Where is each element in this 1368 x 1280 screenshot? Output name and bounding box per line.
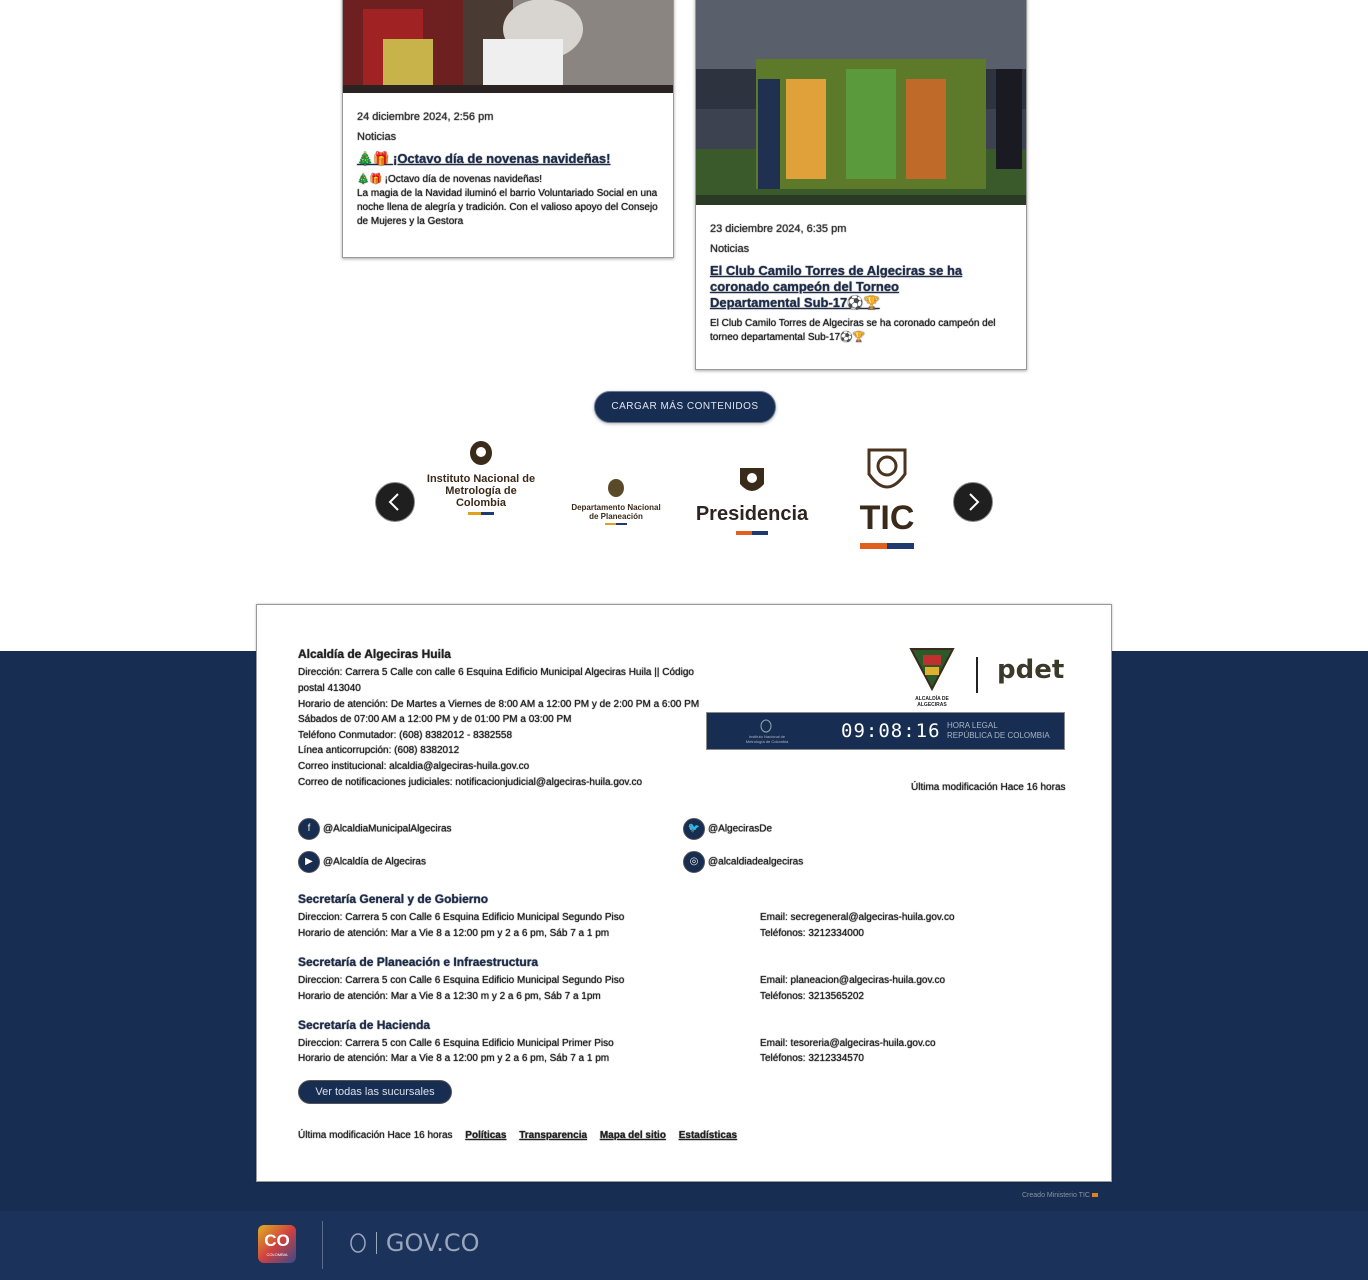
news-photo (696, 0, 1026, 205)
govco-divider (322, 1221, 323, 1269)
carousel-prev-button[interactable] (375, 482, 415, 522)
news-card[interactable]: 24 diciembre 2024, 2:56 pm Noticias 🎄🎁 ¡… (342, 0, 674, 258)
municipal-shield-icon (909, 648, 955, 692)
co-logo[interactable]: CO COLOMBIA (258, 1225, 296, 1263)
contact-phone: Teléfono Conmutador: (608) 8382012 - 838… (298, 730, 513, 741)
coat-of-arms-icon (350, 1233, 366, 1253)
branch-name: Secretaría de Hacienda (298, 1018, 431, 1032)
org-name: Alcaldía de Algeciras Huila (298, 647, 451, 661)
branch-address: Direccion: Carrera 5 con Calle 6 Esquina… (298, 975, 625, 986)
branch-phone: Teléfonos: 3212334570 (760, 1053, 864, 1064)
footer-card: Alcaldía de Algeciras Huila Dirección: C… (256, 604, 1112, 1182)
logo-divider (976, 657, 978, 693)
news-excerpt: 🎄🎁 ¡Octavo día de novenas navideñas! La … (357, 174, 658, 227)
news-photo (343, 0, 673, 93)
chevron-left-icon (388, 493, 399, 511)
all-branches-button[interactable]: Ver todas las sucursales (298, 1080, 452, 1104)
twitter-icon: 🐦 (683, 818, 705, 840)
policies-link[interactable]: Políticas (465, 1130, 506, 1141)
news-category: Noticias (710, 243, 750, 255)
carousel-next-button[interactable] (953, 482, 993, 522)
bottom-last-modified: Última modificación Hace 16 horas (298, 1130, 453, 1141)
alcaldia-logo: ALCALDÍA DE ALGECIRAS (907, 647, 957, 708)
branch-address: Direccion: Carrera 5 con Calle 6 Esquina… (298, 912, 625, 923)
contact-address: Dirección: Carrera 5 Calle con calle 6 E… (298, 667, 694, 678)
footer-bottom-links: Última modificación Hace 16 horas Políti… (298, 1128, 737, 1144)
branch-hours: Horario de atención: Mar a Vie 8 a 12:00… (298, 1053, 610, 1064)
govco-logo[interactable]: GOV.CO (348, 1229, 480, 1259)
contact-saturday: Sábados de 07:00 AM a 12:00 PM y de 01:0… (298, 714, 572, 725)
coat-of-arms-icon (470, 441, 492, 465)
contact-email[interactable]: Correo institucional: alcaldia@algeciras… (298, 759, 529, 775)
contact-anticorruption: Línea anticorrupción: (608) 8382012 (298, 745, 460, 756)
branch-email[interactable]: Email: tesoreria@algeciras-huila.gov.co (760, 1036, 936, 1052)
contact-postal: postal 413040 (298, 683, 361, 694)
clock-time: 09:08:16 (841, 720, 941, 742)
twitter-link[interactable]: 🐦 @AlgecirasDe (683, 818, 772, 841)
statistics-link[interactable]: Estadísticas (679, 1130, 737, 1141)
contact-judicial-email[interactable]: Correo de notificaciones judiciales: not… (298, 775, 642, 791)
branch-phone: Teléfonos: 3212334000 (760, 928, 864, 939)
chevron-right-icon (969, 493, 980, 511)
branch-email[interactable]: Email: secregeneral@algeciras-huila.gov.… (760, 910, 955, 926)
coat-of-arms-icon (867, 448, 907, 489)
news-category: Noticias (357, 131, 397, 143)
youtube-link[interactable]: ▶ @Alcaldía de Algeciras (298, 851, 426, 874)
coat-of-arms-icon (608, 479, 624, 497)
news-excerpt: El Club Camilo Torres de Algeciras se ha… (710, 318, 996, 343)
news-title-link[interactable]: 🎄🎁 ¡Octavo día de novenas navideñas! (357, 151, 659, 167)
mintic-logo[interactable]: TIC (852, 444, 922, 549)
branch-hours: Horario de atención: Mar a Vie 8 a 12:30… (298, 991, 601, 1002)
branch-phone: Teléfonos: 3213565202 (760, 991, 864, 1002)
govco-bar: CO COLOMBIA GOV.CO (0, 1211, 1368, 1280)
news-card[interactable]: 23 diciembre 2024, 6:35 pm Noticias El C… (695, 0, 1027, 370)
branch-address: Direccion: Carrera 5 con Calle 6 Esquina… (298, 1038, 614, 1049)
branch-name: Secretaría General y de Gobierno (298, 892, 489, 906)
load-more-button[interactable]: CARGAR MÁS CONTENIDOS (594, 391, 776, 423)
legal-time-clock: Instituto Nacional de Metrología de Colo… (706, 712, 1065, 750)
branch-hours: Horario de atención: Mar a Vie 8 a 12:00… (298, 928, 610, 939)
inm-logo[interactable]: Instituto Nacional de Metrología de Colo… (416, 440, 546, 515)
contact-hours: Horario de atención: De Martes a Viernes… (298, 699, 700, 710)
pdet-logo: pdet (997, 655, 1065, 685)
sitemap-link[interactable]: Mapa del sitio (600, 1130, 666, 1141)
news-date: 23 diciembre 2024, 6:35 pm (710, 223, 847, 235)
instagram-icon: ◎ (683, 851, 705, 873)
credit-text: Creado Ministerio TIC (1022, 1192, 1098, 1199)
transparency-link[interactable]: Transparencia (519, 1130, 587, 1141)
facebook-icon: f (298, 818, 320, 840)
branch-email[interactable]: Email: planeacion@algeciras-huila.gov.co (760, 973, 945, 989)
facebook-link[interactable]: f @AlcaldiaMunicipalAlgeciras (298, 818, 452, 841)
youtube-icon: ▶ (298, 851, 320, 873)
dnp-logo[interactable]: Departamento Nacional de Planeación (568, 478, 664, 525)
branch-name: Secretaría de Planeación e Infraestructu… (298, 955, 539, 969)
presidencia-logo[interactable]: Presidencia (692, 464, 812, 535)
instagram-link[interactable]: ◎ @alcaldiadealgeciras (683, 851, 803, 874)
coat-of-arms-icon (760, 719, 772, 733)
news-date: 24 diciembre 2024, 2:56 pm (357, 111, 494, 123)
coat-of-arms-icon (740, 468, 764, 491)
last-modified: Última modificación Hace 16 horas (911, 782, 1066, 793)
news-title-link[interactable]: El Club Camilo Torres de Algeciras se ha… (710, 263, 980, 311)
